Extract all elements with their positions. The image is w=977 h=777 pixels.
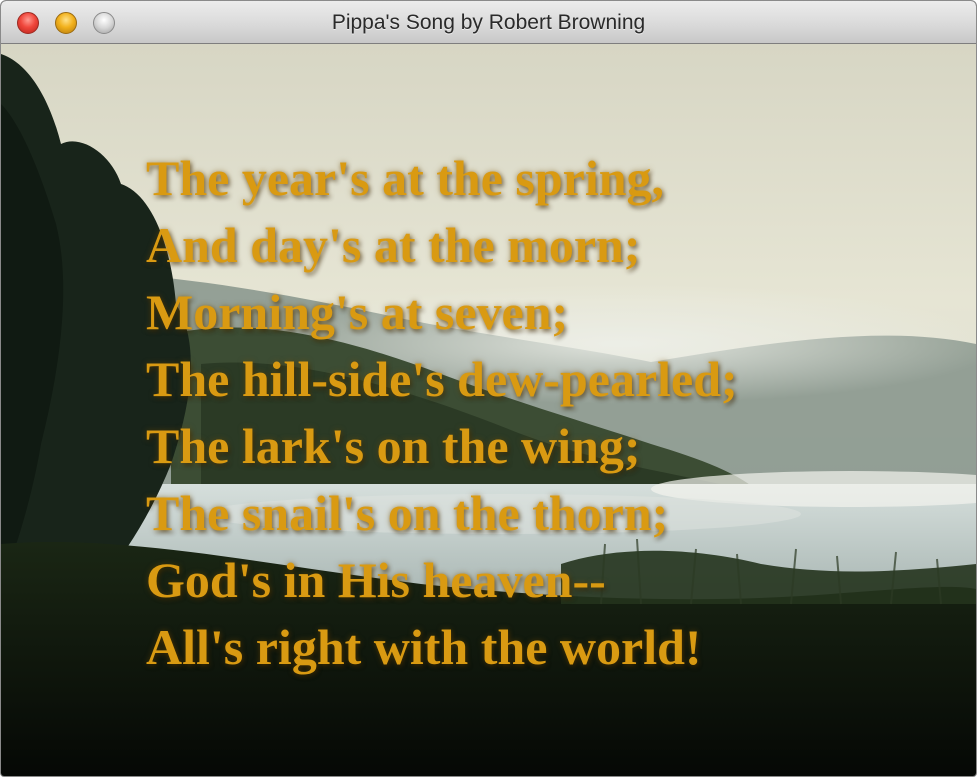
poem-line: All's right with the world! [146,619,702,675]
poem-text: The year's at the spring, And day's at t… [146,145,738,681]
poem-line: The lark's on the wing; [146,418,641,474]
poem-line: The snail's on the thorn; [146,485,669,541]
poem-line: And day's at the morn; [146,217,641,273]
poem-line: Morning's at seven; [146,284,569,340]
poem-canvas: The year's at the spring, And day's at t… [1,44,976,776]
poem-line: God's in His heaven-- [146,552,606,608]
poem-line: The hill-side's dew-pearled; [146,351,738,407]
window-title: Pippa's Song by Robert Browning [331,11,646,34]
title-bar[interactable]: Pippa's Song by Robert Browning [1,1,976,44]
app-window: Pippa's Song by Robert Browning The year… [0,0,977,777]
poem-line: The year's at the spring, [146,150,665,206]
